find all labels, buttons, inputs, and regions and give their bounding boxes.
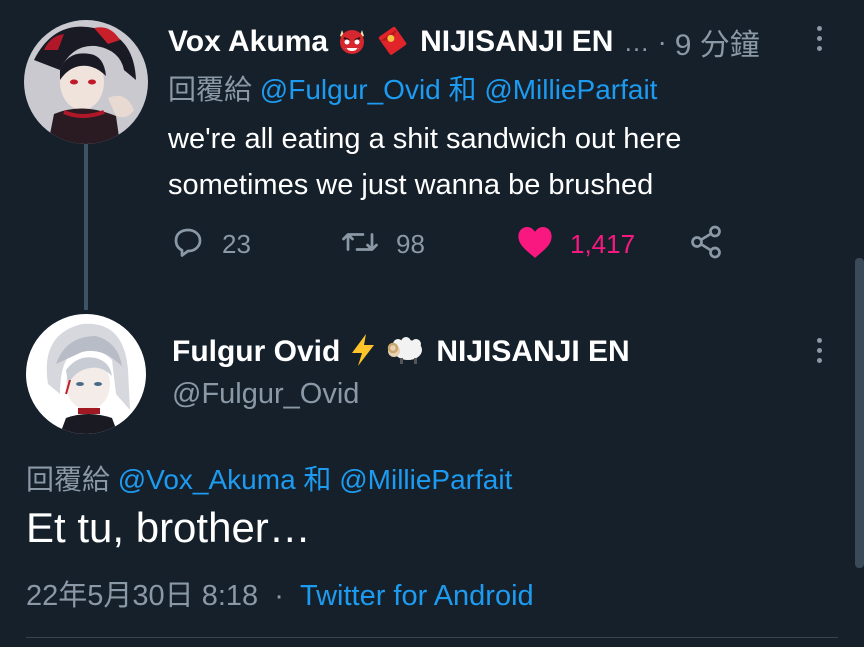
share-icon [688,224,724,265]
retweet-button[interactable]: 98 [340,222,425,266]
separator-dot: · [657,26,667,57]
reply-icon [170,224,206,265]
tweet-meta: 22年5月30日 8:18 · Twitter for Android [26,572,534,614]
ogre-emoji-icon [336,24,368,61]
tweet-header: Fulgur Ovid NIJISANJI EN [172,330,630,374]
retweet-icon [340,224,380,265]
thread-connector-line [84,140,88,310]
red-envelope-emoji-icon [376,24,408,61]
reply-prefix: 回覆給 [168,74,253,105]
author-affiliation: NIJISANJI EN [420,25,614,58]
author-handle[interactable]: @Fulgur_Ovid [172,378,359,411]
mention-link[interactable]: @MillieParfait [339,464,512,495]
like-button[interactable]: 1,417 [516,222,635,266]
tweet-source-link[interactable]: Twitter for Android [300,580,534,612]
scrollbar[interactable] [855,258,864,568]
name-truncation: … [623,26,650,57]
reply-to-line: 回覆給 @Vox_Akuma 和 @MillieParfait [26,458,512,498]
more-icon [816,25,822,31]
reply-joiner: 和 [448,74,477,105]
ram-emoji-icon [386,334,426,371]
retweet-count: 98 [396,228,425,259]
more-options-button[interactable] [804,330,834,370]
tweet-header: Vox Akuma NIJISANJI EN … · 9 分鐘 [168,20,760,64]
tweet-text-line: sometimes we just wanna be brushed [168,169,654,201]
reply-button[interactable]: 23 [170,222,251,266]
mention-link[interactable]: @Vox_Akuma [118,464,296,495]
reply-prefix: 回覆給 [26,464,111,495]
tweet-text-line: we're all eating a shit sandwich out her… [168,123,682,155]
author-name[interactable]: Vox Akuma [168,25,328,59]
like-count: 1,417 [570,228,636,259]
mention-link[interactable]: @Fulgur_Ovid [260,74,441,105]
tweet-timestamp[interactable]: 9 分鐘 [675,20,760,64]
more-icon [816,337,822,343]
divider [26,637,838,638]
author-name[interactable]: Fulgur Ovid [172,335,340,369]
lightning-emoji-icon [348,333,378,372]
separator-dot: · [274,580,284,612]
share-button[interactable] [688,222,724,266]
tweet-date[interactable]: 22年5月30日 8:18 [26,580,258,612]
tweet-text: we're all eating a shit sandwich out her… [168,116,681,208]
reply-joiner: 和 [303,464,332,495]
author-affiliation: NIJISANJI EN [436,335,630,368]
tweet-text: Et tu, brother… [26,504,311,551]
mention-link[interactable]: @MillieParfait [484,74,657,105]
reply-to-line: 回覆給 @Fulgur_Ovid 和 @MillieParfait [168,68,657,108]
avatar-fulgur-ovid[interactable] [26,314,146,434]
heart-icon [516,224,554,265]
more-options-button[interactable] [804,18,834,58]
reply-count: 23 [222,228,251,259]
avatar-vox-akuma[interactable] [24,20,148,144]
